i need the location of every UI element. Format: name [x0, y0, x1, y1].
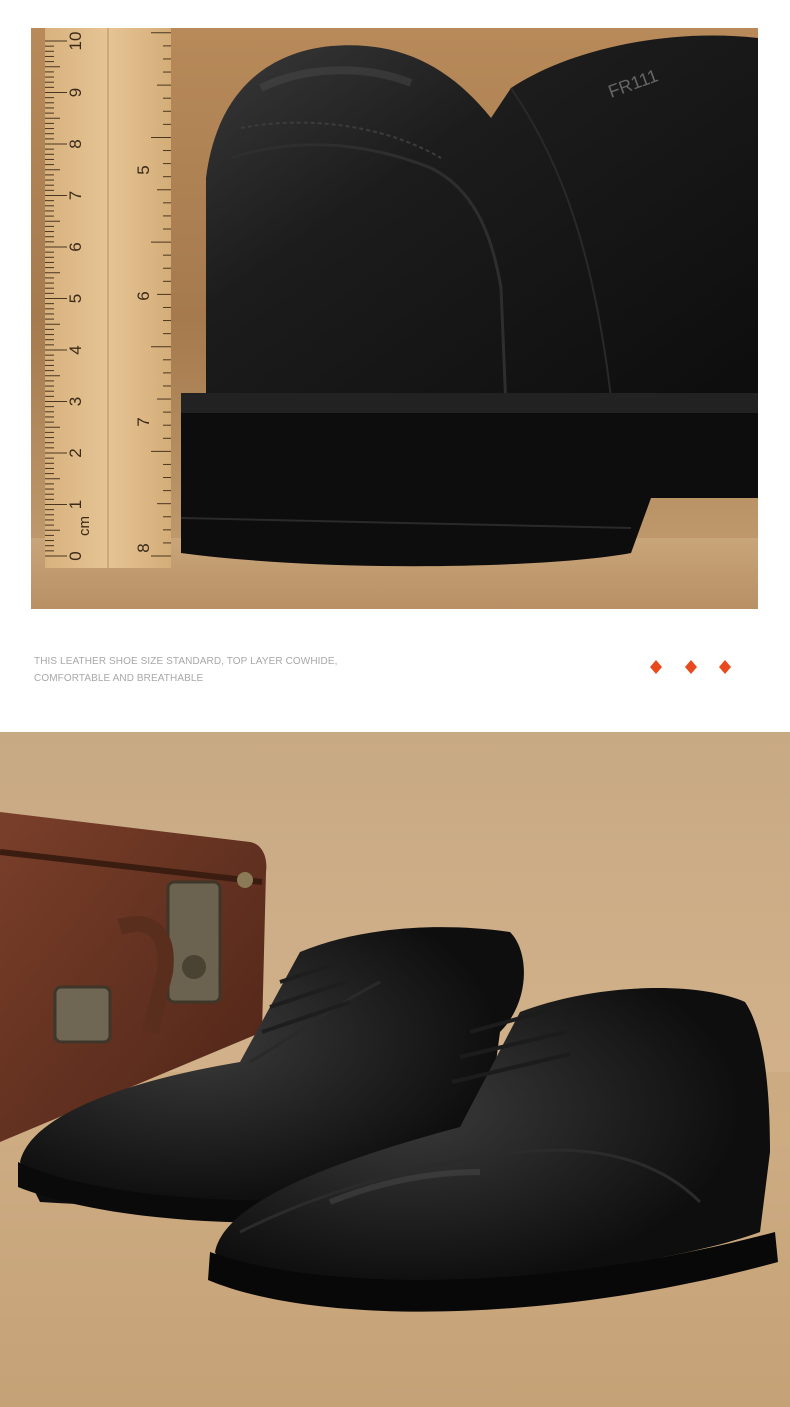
diamond-icon	[685, 660, 697, 674]
ruler-number: 4	[66, 345, 85, 354]
ruler-unit-label: cm	[76, 516, 93, 536]
decorative-diamonds	[648, 658, 738, 676]
ruler: 0 1 2 3 4 5 6 7 8 9 10 8 7 6 5 cm	[45, 28, 171, 568]
ruler-number: 5	[66, 294, 85, 303]
diamond-icon	[719, 660, 731, 674]
heel-ruler-photo: 0 1 2 3 4 5 6 7 8 9 10 8 7 6 5 cm FR111	[31, 28, 758, 609]
ruler-number: 1	[66, 500, 85, 509]
ruler-number: 8	[66, 139, 85, 148]
ruler-number: 10	[66, 32, 85, 51]
ruler-number: 2	[66, 448, 85, 457]
ruler-inch-number: 7	[134, 417, 153, 426]
ruler-number: 6	[66, 242, 85, 251]
heel-ruler-illustration: 0 1 2 3 4 5 6 7 8 9 10 8 7 6 5 cm FR111	[31, 28, 758, 609]
feature-caption: THIS LEATHER SHOE SIZE STANDARD, TOP LAY…	[34, 653, 364, 687]
ruler-number: 0	[66, 551, 85, 560]
ruler-number: 3	[66, 397, 85, 406]
caption-line-2: COMFORTABLE AND BREATHABLE	[34, 673, 204, 684]
caption-line-1: THIS LEATHER SHOE SIZE STANDARD, TOP LAY…	[34, 656, 338, 667]
shoe-heel: FR111	[180, 35, 758, 567]
ruler-number: 7	[66, 191, 85, 200]
ruler-inch-number: 5	[134, 165, 153, 174]
ruler-inch-number: 6	[134, 291, 153, 300]
shoes-pair-illustration	[0, 732, 790, 1407]
shoes-pair-photo	[0, 732, 790, 1407]
diamond-icon	[650, 660, 662, 674]
ruler-inch-number: 8	[134, 543, 153, 552]
ruler-number: 9	[66, 88, 85, 97]
